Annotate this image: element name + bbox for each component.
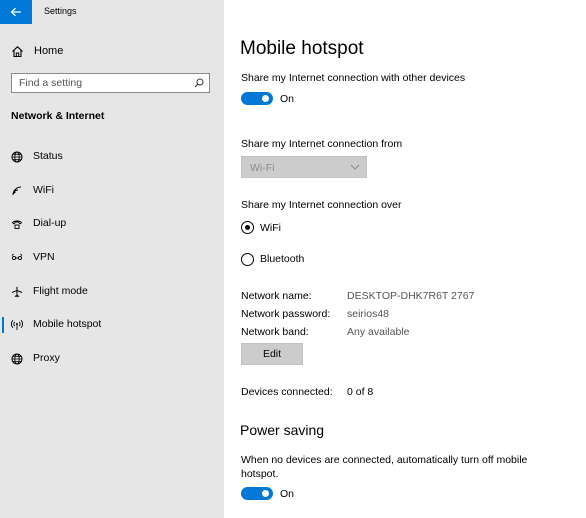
radio-wifi[interactable] (241, 221, 254, 234)
airplane-icon (10, 285, 24, 299)
toggle-knob (262, 95, 269, 102)
radio-wifi-label: WiFi (260, 222, 281, 234)
share-toggle[interactable] (241, 92, 273, 105)
devices-connected-label: Devices connected: (241, 386, 333, 398)
sidebar-item-label: VPN (33, 251, 55, 263)
main-content: Mobile hotspot Share my Internet connect… (224, 0, 586, 518)
power-saving-description: When no devices are connected, automatic… (241, 454, 528, 480)
power-toggle-state: On (280, 488, 295, 500)
sidebar-item-label: Mobile hotspot (33, 318, 102, 330)
sidebar: Settings Home Network & Internet Status … (0, 0, 224, 518)
phone-icon (10, 217, 24, 231)
sidebar-item-status[interactable]: Status (0, 145, 224, 169)
home-label: Home (34, 45, 64, 57)
network-name-value: DESKTOP-DHK7R6T 2767 (347, 290, 475, 302)
page-title: Mobile hotspot (240, 38, 364, 59)
share-label: Share my Internet connection with other … (241, 72, 466, 84)
sidebar-item-label: WiFi (33, 184, 54, 196)
section-title: Network & Internet (11, 110, 105, 122)
globe-icon (10, 150, 24, 164)
home-icon (12, 45, 23, 57)
share-toggle-state: On (280, 93, 295, 105)
home-link[interactable]: Home (11, 44, 63, 58)
vpn-icon (10, 251, 24, 265)
sidebar-item-label: Dial-up (33, 217, 67, 229)
share-from-value: Wi-Fi (250, 162, 275, 174)
network-name-label: Network name: (241, 290, 312, 302)
sidebar-item-wifi[interactable]: WiFi (0, 179, 224, 203)
search-input[interactable] (12, 74, 191, 92)
back-arrow-icon (10, 7, 21, 17)
network-band-value: Any available (347, 326, 410, 338)
chevron-down-icon (350, 164, 360, 170)
globe-icon (10, 352, 24, 366)
toggle-knob (262, 490, 269, 497)
share-over-label: Share my Internet connection over (241, 199, 402, 211)
sidebar-item-label: Status (33, 150, 63, 162)
network-band-label: Network band: (241, 326, 309, 338)
hotspot-icon (10, 318, 24, 332)
app-title: Settings (44, 6, 77, 16)
sidebar-item-label: Flight mode (33, 285, 88, 297)
power-saving-title: Power saving (240, 422, 325, 438)
back-button[interactable] (0, 0, 32, 24)
sidebar-item-label: Proxy (33, 352, 60, 364)
title-bar: Settings (0, 0, 224, 24)
search-icon[interactable] (194, 78, 204, 88)
network-password-value: seirios48 (347, 308, 390, 320)
wifi-icon (10, 184, 24, 198)
radio-bluetooth[interactable] (241, 253, 254, 266)
edit-button[interactable]: Edit (241, 343, 303, 365)
share-from-label: Share my Internet connection from (241, 138, 403, 150)
power-saving-toggle[interactable] (241, 487, 273, 500)
devices-connected-value: 0 of 8 (347, 386, 374, 398)
sidebar-item-dialup[interactable]: Dial-up (0, 212, 224, 236)
sidebar-item-proxy[interactable]: Proxy (0, 347, 224, 371)
sidebar-item-mobile-hotspot[interactable]: Mobile hotspot (0, 313, 224, 337)
search-box[interactable] (11, 73, 210, 93)
sidebar-item-flight-mode[interactable]: Flight mode (0, 280, 224, 304)
radio-bluetooth-label: Bluetooth (260, 253, 305, 265)
sidebar-item-vpn[interactable]: VPN (0, 246, 224, 270)
share-from-dropdown[interactable]: Wi-Fi (241, 156, 367, 178)
network-password-label: Network password: (241, 308, 331, 320)
